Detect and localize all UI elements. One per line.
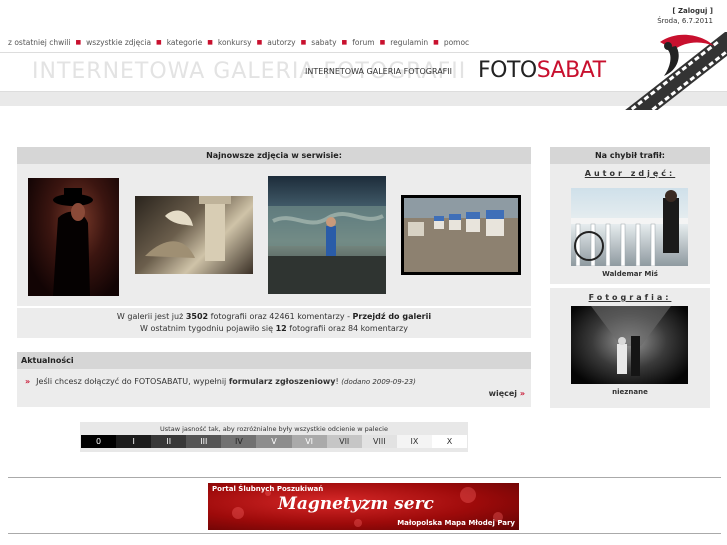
nav-separator: ■: [379, 39, 386, 46]
photo-thumbnail[interactable]: [135, 196, 253, 274]
latest-photos-grid: [17, 164, 531, 306]
author-label: Autor zdjęć:: [584, 169, 676, 178]
news-panel: Aktualności » Jeśli chcesz dołączyć do FO…: [17, 352, 531, 407]
login-link[interactable]: [ Zaloguj ]: [657, 6, 713, 16]
nav-separator: ■: [300, 39, 307, 46]
palette-swatch: IX: [396, 435, 432, 448]
gallery-stats-line2: W ostatnim tygodniu pojawiło się 12 foto…: [17, 323, 531, 335]
logo-part-foto: FOTO: [478, 58, 537, 83]
photo-thumbnail[interactable]: [28, 178, 119, 296]
weekly-photo-count: 12: [275, 324, 287, 333]
gallery-stats-line1: W galerii jest już 3502 fotografii oraz …: [17, 311, 531, 323]
random-pick-panel: Na chybił trafił: Autor zdjęć: Waldemar …: [550, 147, 710, 408]
go-to-gallery-link[interactable]: Przejdź do galerii: [353, 312, 432, 321]
more-arrow-icon: »: [519, 389, 525, 398]
palette-swatch: VIII: [361, 435, 397, 448]
author-photo-thumbnail[interactable]: [571, 188, 688, 266]
news-more-link[interactable]: więcej »: [489, 389, 525, 398]
bullet-arrow-icon: »: [25, 377, 31, 386]
photo-thumbnail[interactable]: [401, 195, 521, 275]
palette-swatch: I: [116, 435, 152, 448]
palette-swatch: X: [431, 435, 468, 448]
banner-subtitle: INTERNETOWA GALERIA FOTOGRAFII: [305, 67, 452, 76]
nav-item-forum[interactable]: forum: [352, 38, 374, 47]
palette-instructions: Ustaw jasność tak, aby rozróżnialne były…: [160, 425, 388, 433]
nav-item-sabbaths[interactable]: sabaty: [311, 38, 336, 47]
stats-text: fotografii oraz 42461 komentarzy -: [208, 312, 353, 321]
palette-swatches: 0 I II III IV V VI VII VIII IX X: [80, 435, 468, 448]
banner-stripe: [0, 92, 727, 106]
nav-separator: ■: [75, 39, 82, 46]
ad-headline: Magnetyzm serc: [278, 494, 434, 514]
palette-swatch: II: [151, 435, 187, 448]
palette-swatch: VI: [291, 435, 327, 448]
news-item: » Jeśli chcesz dołączyć do FOTOSABATU, wy…: [25, 377, 416, 386]
palette-swatch: 0: [81, 435, 117, 448]
nav-item-help[interactable]: pomoc: [444, 38, 469, 47]
photo-thumbnail[interactable]: [268, 176, 386, 294]
gallery-stats: W galerii jest już 3502 fotografii oraz …: [17, 308, 531, 338]
main-nav: z ostatniej chwili ■ wszystkie zdjęcia ■ kat…: [8, 38, 469, 47]
nav-separator: ■: [207, 39, 213, 46]
random-photo-box: Fotografia: nieznane: [550, 288, 710, 408]
photo-label: Fotografia:: [588, 293, 672, 302]
latest-photos-title: Najnowsze zdjęcia w serwisie:: [17, 147, 531, 164]
footer-divider: [8, 533, 721, 534]
application-form-link[interactable]: formularz zgłoszeniowy: [229, 377, 336, 386]
random-photo-thumbnail[interactable]: [571, 306, 688, 384]
nav-item-all-photos[interactable]: wszystkie zdjęcia: [86, 38, 151, 47]
logo-part-sabat: SABAT: [536, 58, 606, 83]
nav-item-latest[interactable]: z ostatniej chwili: [8, 38, 70, 47]
author-name[interactable]: Waldemar Miś: [550, 270, 710, 278]
nav-separator: ■: [156, 39, 162, 46]
nav-item-categories[interactable]: kategorie: [167, 38, 203, 47]
nav-item-contests[interactable]: konkursy: [218, 38, 252, 47]
ad-banner[interactable]: Portal Ślubnych Poszukiwań Magnetyzm ser…: [208, 483, 519, 530]
site-logo[interactable]: FOTOSABAT: [478, 58, 606, 83]
news-date: (dodano 2009-09-23): [341, 378, 416, 386]
current-date: Środa, 6.7.2011: [657, 17, 713, 25]
ad-subtext: Małopolska Mapa Młodej Pary: [397, 519, 515, 527]
user-box: [ Zaloguj ] Środa, 6.7.2011: [657, 6, 713, 26]
news-text: Jeśli chcesz dołączyć do FOTOSABATU, wyp…: [36, 377, 229, 386]
palette-swatch: IV: [221, 435, 257, 448]
nav-separator: ■: [341, 39, 348, 46]
brightness-palette: Ustaw jasność tak, aby rozróżnialne były…: [80, 422, 468, 452]
random-author-box: Autor zdjęć: Waldemar Miś: [550, 164, 710, 284]
random-pick-title: Na chybił trafił:: [550, 147, 710, 164]
news-body: » Jeśli chcesz dołączyć do FOTOSABATU, wy…: [17, 369, 531, 407]
palette-swatch: VII: [326, 435, 362, 448]
nav-item-authors[interactable]: autorzy: [267, 38, 295, 47]
palette-swatch: III: [186, 435, 222, 448]
latest-photos-panel: Najnowsze zdjęcia w serwisie: W galerii …: [17, 147, 531, 338]
news-title: Aktualności: [17, 352, 531, 369]
stats-text: W ostatnim tygodniu pojawiło się: [140, 324, 276, 333]
nav-separator: ■: [433, 39, 439, 46]
site-banner: INTERNETOWA GALERIA FOTOGRAFII INTERNETO…: [0, 52, 727, 92]
photo-count: 3502: [185, 312, 209, 321]
ad-top-text: Portal Ślubnych Poszukiwań: [212, 485, 324, 493]
nav-item-rules[interactable]: regulamin: [390, 38, 428, 47]
palette-swatch: V: [256, 435, 292, 448]
photo-author-name: nieznane: [612, 388, 648, 396]
stats-text: W galerii jest już: [116, 312, 186, 321]
nav-separator: ■: [256, 39, 263, 46]
film-strip-logo-icon: [622, 32, 727, 110]
footer-divider: [8, 477, 721, 478]
stats-text: fotografii oraz 84 komentarzy: [286, 324, 408, 333]
more-label: więcej: [488, 389, 518, 398]
